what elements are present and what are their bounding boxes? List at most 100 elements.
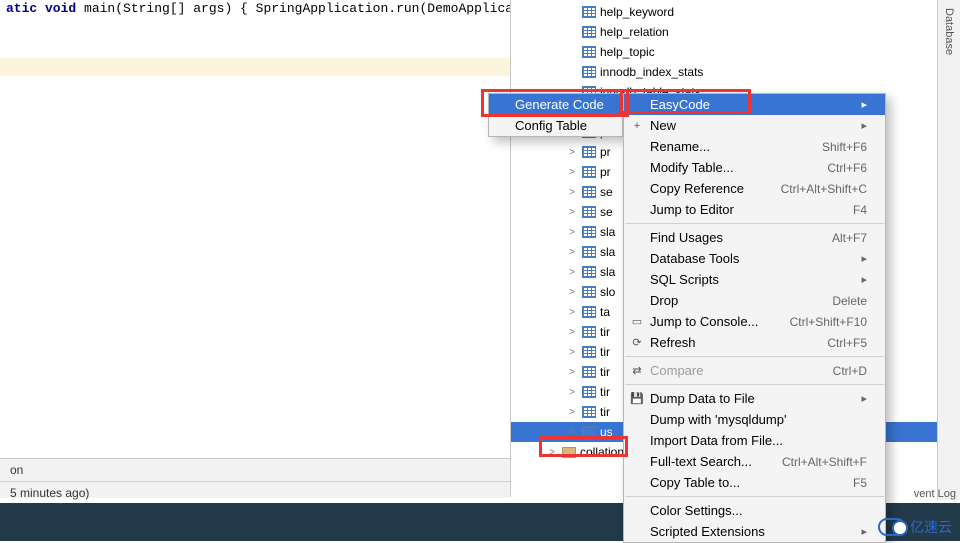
expand-chevron-icon[interactable]: > (546, 447, 558, 458)
menu-refresh[interactable]: ⟳ Refresh Ctrl+F5 (624, 332, 885, 353)
menu-rename[interactable]: Rename... Shift+F6 (624, 136, 885, 157)
menu-separator (625, 496, 884, 497)
menu-dump-to-file-label: Dump Data to File (650, 391, 851, 406)
status-line2: 5 minutes ago) (0, 481, 510, 504)
menu-drop[interactable]: Drop Delete (624, 290, 885, 311)
menu-jump-to-console-shortcut: Ctrl+Shift+F10 (790, 315, 867, 329)
menu-color-settings[interactable]: Color Settings... (624, 500, 885, 521)
expand-chevron-icon[interactable]: > (566, 407, 578, 418)
tree-item-label: tir (600, 385, 610, 399)
menu-jump-to-console-label: Jump to Console... (650, 314, 766, 329)
expand-chevron-icon[interactable]: > (566, 247, 578, 258)
menu-fulltext-search-shortcut: Ctrl+Alt+Shift+F (782, 455, 867, 469)
submenu-arrow-icon: ▸ (861, 98, 867, 111)
menu-jump-to-editor[interactable]: Jump to Editor F4 (624, 199, 885, 220)
event-log-label[interactable]: vent Log (914, 488, 956, 500)
menu-modify-table[interactable]: Modify Table... Ctrl+F6 (624, 157, 885, 178)
expand-chevron-icon[interactable]: > (566, 327, 578, 338)
expand-chevron-icon[interactable]: > (566, 147, 578, 158)
expand-chevron-icon[interactable]: > (566, 267, 578, 278)
menu-separator (625, 384, 884, 385)
menu-sql-scripts[interactable]: SQL Scripts ▸ (624, 269, 885, 290)
menu-config-table-label: Config Table (515, 118, 604, 133)
menu-color-settings-label: Color Settings... (650, 503, 867, 518)
menu-jump-to-editor-shortcut: F4 (853, 203, 867, 217)
expand-chevron-icon[interactable]: > (566, 187, 578, 198)
expand-chevron-icon[interactable]: > (566, 307, 578, 318)
table-icon (582, 26, 596, 38)
tree-item-label: se (600, 205, 613, 219)
menu-copy-table-to[interactable]: Copy Table to... F5 (624, 472, 885, 493)
menu-copy-table-to-label: Copy Table to... (650, 475, 829, 490)
menu-sql-scripts-label: SQL Scripts (650, 272, 851, 287)
tree-item-label: help_relation (600, 25, 669, 39)
menu-config-table[interactable]: Config Table (489, 115, 622, 136)
menu-import-data-label: Import Data from File... (650, 433, 867, 448)
table-icon (582, 46, 596, 58)
submenu-arrow-icon: ▸ (861, 273, 867, 286)
menu-jump-to-console[interactable]: ▭ Jump to Console... Ctrl+Shift+F10 (624, 311, 885, 332)
cloud-icon (878, 518, 906, 536)
table-icon (582, 66, 596, 78)
menu-modify-table-label: Modify Table... (650, 160, 803, 175)
table-icon (582, 326, 596, 338)
tree-item-label: ta (600, 305, 610, 319)
folder-icon (562, 447, 576, 458)
expand-chevron-icon[interactable]: > (566, 347, 578, 358)
table-icon (582, 246, 596, 258)
expand-chevron-icon[interactable]: > (566, 287, 578, 298)
context-submenu-generate: Generate Code Config Table (488, 93, 623, 137)
menu-compare-label: Compare (650, 363, 809, 378)
menu-compare-shortcut: Ctrl+D (833, 364, 867, 378)
table-icon (582, 266, 596, 278)
menu-jump-to-editor-label: Jump to Editor (650, 202, 829, 217)
table-icon (582, 426, 596, 438)
submenu-arrow-icon: ▸ (861, 525, 867, 538)
menu-drop-shortcut: Delete (832, 294, 867, 308)
caret-line-highlight (0, 58, 510, 76)
tree-table-item[interactable]: innodb_index_stats (511, 62, 937, 82)
menu-generate-code[interactable]: Generate Code (489, 94, 622, 115)
table-icon (582, 6, 596, 18)
watermark-text: 亿速云 (910, 517, 952, 537)
expand-chevron-icon[interactable]: > (566, 387, 578, 398)
expand-chevron-icon[interactable]: > (566, 367, 578, 378)
expand-chevron-icon[interactable]: > (566, 227, 578, 238)
menu-copy-table-to-shortcut: F5 (853, 476, 867, 490)
expand-chevron-icon[interactable]: > (566, 167, 578, 178)
menu-scripted-extensions[interactable]: Scripted Extensions ▸ (624, 521, 885, 542)
tree-item-label: innodb_index_stats (600, 65, 703, 79)
menu-compare: ⇄ Compare Ctrl+D (624, 360, 885, 381)
tree-item-label: tir (600, 345, 610, 359)
menu-rename-label: Rename... (650, 139, 798, 154)
menu-refresh-label: Refresh (650, 335, 803, 350)
menu-easycode[interactable]: EasyCode ▸ (624, 94, 885, 115)
console-icon: ▭ (630, 315, 644, 329)
menu-dump-mysqldump[interactable]: Dump with 'mysqldump' (624, 409, 885, 430)
menu-import-data[interactable]: Import Data from File... (624, 430, 885, 451)
database-tool-tab[interactable]: Database (937, 0, 960, 500)
menu-new[interactable]: + New ▸ (624, 115, 885, 136)
menu-database-tools[interactable]: Database Tools ▸ (624, 248, 885, 269)
menu-find-usages-shortcut: Alt+F7 (832, 231, 867, 245)
tree-item-label: pr (600, 165, 611, 179)
tree-table-item[interactable]: help_relation (511, 22, 937, 42)
menu-dump-to-file[interactable]: 💾 Dump Data to File ▸ (624, 388, 885, 409)
table-icon (582, 386, 596, 398)
menu-easycode-label: EasyCode (650, 97, 851, 112)
tree-table-item[interactable]: help_topic (511, 42, 937, 62)
tree-item-label: pr (600, 145, 611, 159)
tree-item-label: sla (600, 265, 615, 279)
expand-chevron-icon[interactable]: > (566, 427, 578, 438)
code-editor[interactable]: atic void main(String[] args) { SpringAp… (0, 0, 510, 460)
tree-table-item[interactable]: help_keyword (511, 2, 937, 22)
tree-item-label: sla (600, 225, 615, 239)
menu-copy-reference[interactable]: Copy Reference Ctrl+Alt+Shift+C (624, 178, 885, 199)
menu-fulltext-search[interactable]: Full-text Search... Ctrl+Alt+Shift+F (624, 451, 885, 472)
menu-database-tools-label: Database Tools (650, 251, 851, 266)
menu-generate-code-label: Generate Code (515, 97, 604, 112)
menu-find-usages[interactable]: Find Usages Alt+F7 (624, 227, 885, 248)
status-bar: on 5 minutes ago) (0, 458, 510, 498)
expand-chevron-icon[interactable]: > (566, 207, 578, 218)
database-tool-tab-label: Database (938, 0, 955, 55)
